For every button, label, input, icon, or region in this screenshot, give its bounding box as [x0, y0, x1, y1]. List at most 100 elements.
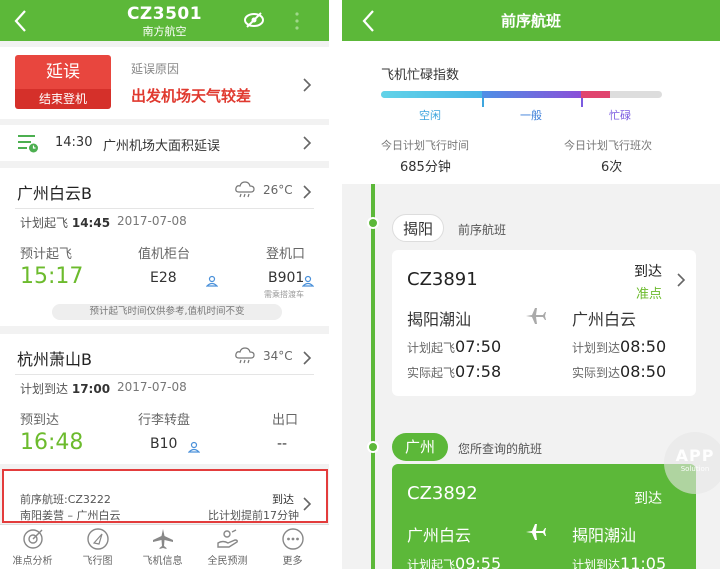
more-options-icon[interactable] [294, 10, 300, 32]
busy-tick [482, 98, 484, 107]
previous-flight-card[interactable]: CZ3891 到达 准点 揭阳潮汕 广州白云 计划起飞07:50 实际起飞07:… [392, 250, 696, 396]
page-title: 前序航班 [500, 12, 561, 30]
plane-icon [525, 306, 547, 326]
estimated-arrival-label: 预到达 [20, 413, 60, 428]
aircraft-busy-index-card: 飞机忙碌指数 空闲 一般 忙碌 今日计划飞行时间 685分钟 今日计划飞行班次 … [342, 41, 720, 184]
boarding-status: 结束登机 [15, 89, 111, 109]
flight-status: 到达 [634, 491, 662, 507]
chevron-right-icon [302, 496, 312, 512]
plane-icon [525, 522, 547, 542]
delay-reason: 出发机场天气较差 [131, 87, 252, 105]
planned-departure: 计划起飞07:50 [407, 337, 501, 356]
watermark-app: APP [675, 446, 715, 465]
departure-card[interactable]: 广州白云B 26°C 计划起飞 14:45 2017-07-08 预计起飞 值机… [0, 168, 329, 326]
segment-city-tag: 揭阳 [392, 214, 444, 242]
gate-number: B901 [268, 270, 305, 286]
location-person-icon[interactable] [301, 272, 315, 287]
tab-public-forecast[interactable]: 全民预测 [195, 525, 260, 569]
arrival-card[interactable]: 杭州萧山B 34°C 计划到达 17:00 2017-07-08 预到达 行李转… [0, 334, 329, 464]
origin-airport: 广州白云 [407, 526, 472, 545]
flight-number: CZ3892 [407, 483, 478, 504]
previous-flight-screen: 前序航班 飞机忙碌指数 空闲 一般 忙碌 今日计划飞行时间 685分钟 今日计划… [342, 0, 720, 569]
screen-divider [329, 0, 342, 569]
previous-flight-row[interactable]: 前序航班:CZ3222 南阳姜营 – 广州白云 到达 比计划提前17分钟 [2, 469, 328, 523]
airline-name: 南方航空 [142, 25, 187, 38]
actual-departure-time: 07:58 [455, 362, 502, 381]
planned-arrival-time: 11:05 [620, 554, 667, 569]
notice-text: 广州机场大面积延误 [103, 139, 221, 154]
segment-city-tag: 广州 [392, 433, 448, 461]
planned-departure-time: 14:45 [71, 216, 111, 230]
airport-notice-card[interactable]: 14:30 广州机场大面积延误 [0, 125, 329, 161]
busy-level-idle: 空闲 [419, 109, 441, 122]
delay-status: 延误 [15, 55, 111, 89]
previous-flight-status: 到达 [272, 493, 294, 506]
planned-flight-time-label: 今日计划飞行时间 [381, 139, 469, 152]
checkin-counter: E28 [150, 270, 177, 286]
busy-level-busy: 忙碌 [609, 109, 631, 122]
exit-label: 出口 [272, 413, 299, 428]
planned-arrival-label: 计划到达 [20, 382, 69, 396]
busy-index-title: 飞机忙碌指数 [381, 68, 460, 83]
top-nav-bar: 前序航班 [342, 0, 720, 41]
chevron-right-icon [302, 184, 312, 200]
exit-number: -- [277, 436, 288, 452]
planned-departure: 计划起飞09:55 [407, 554, 501, 569]
more-icon [281, 528, 304, 550]
delay-status-card[interactable]: 延误 结束登机 延误原因 出发机场天气较差 [0, 47, 329, 119]
delay-reason-label: 延误原因 [131, 62, 180, 76]
planned-flight-count-label: 今日计划飞行班次 [564, 139, 652, 152]
busy-segment-normal [482, 91, 581, 98]
notice-list-icon [17, 132, 39, 154]
timeline-dot [367, 217, 379, 229]
actual-departure-label: 实际起飞 [407, 366, 456, 380]
tab-ontime-analysis[interactable]: 准点分析 [0, 525, 65, 569]
estimated-departure-time: 15:17 [20, 264, 84, 289]
notice-time: 14:30 [55, 135, 93, 150]
location-person-icon[interactable] [205, 272, 219, 287]
segment-description: 前序航班 [458, 223, 507, 237]
planned-arrival-label: 计划到达 [572, 341, 621, 355]
forecast-hand-icon [216, 529, 238, 548]
departure-temperature: 26°C [263, 183, 293, 197]
estimated-arrival-time: 16:48 [20, 430, 84, 455]
baggage-carousel: B10 [150, 436, 178, 452]
busy-index-bar [381, 91, 662, 98]
busy-segment-busy [581, 91, 610, 98]
previous-flight-label: 前序航班:CZ3222 [20, 493, 111, 506]
planned-departure: 计划起飞 14:45 [20, 214, 110, 231]
arrival-date: 2017-07-08 [117, 380, 187, 394]
previous-flight-route: 南阳姜营 – 广州白云 [20, 509, 121, 522]
planned-arrival-label: 计划到达 [572, 558, 621, 569]
tab-label: 飞行图 [82, 556, 113, 567]
tab-label: 全民预测 [207, 556, 248, 567]
gate-note: 需乘搭渡车 [264, 290, 304, 299]
tab-label: 飞机信息 [142, 556, 183, 567]
flight-number: CZ3891 [407, 269, 478, 290]
target-icon [22, 529, 43, 549]
rain-cloud-icon [234, 346, 256, 366]
unfollow-eye-icon[interactable] [243, 10, 265, 30]
destination-airport: 广州白云 [572, 310, 637, 329]
planned-departure-label: 计划起飞 [20, 216, 69, 230]
arrival-temperature: 34°C [263, 349, 293, 363]
tab-aircraft-info[interactable]: 飞机信息 [130, 525, 195, 569]
location-person-icon[interactable] [187, 438, 201, 453]
planned-arrival-time: 08:50 [620, 337, 667, 356]
watermark-sub: Solution [680, 465, 710, 473]
planned-arrival: 计划到达08:50 [572, 337, 666, 356]
tab-more[interactable]: 更多 [260, 525, 325, 569]
chevron-right-icon [676, 272, 686, 288]
tab-flight-map[interactable]: 飞行图 [65, 525, 130, 569]
planned-arrival: 计划到达11:05 [572, 554, 666, 569]
destination-airport: 揭阳潮汕 [572, 526, 637, 545]
planned-flight-time: 685分钟 [400, 160, 451, 175]
app-solution-watermark: APP Solution [664, 432, 720, 494]
actual-arrival-time: 08:50 [620, 362, 667, 381]
planned-arrival: 计划到达 17:00 [20, 380, 110, 397]
previous-flight-early: 比计划提前17分钟 [208, 509, 299, 522]
queried-flight-card[interactable]: CZ3892 到达 广州白云 揭阳潮汕 计划起飞09:55 计划到达11:05 [392, 464, 696, 569]
rain-cloud-icon [234, 180, 256, 200]
planned-departure-label: 计划起飞 [407, 341, 456, 355]
chevron-right-icon [302, 135, 312, 151]
